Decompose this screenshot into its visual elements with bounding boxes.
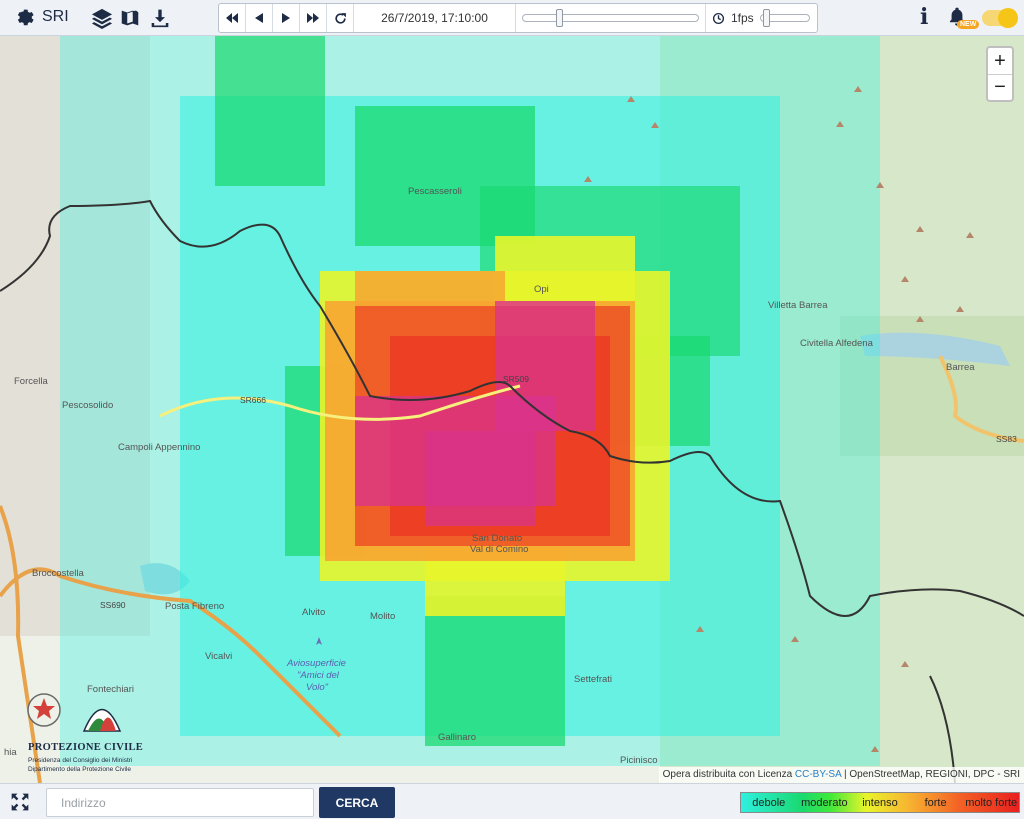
refresh-icon <box>334 12 346 24</box>
new-badge: NEW <box>957 20 980 29</box>
sri-menu-button[interactable]: SRI <box>14 6 69 28</box>
attribution-suffix: | OpenStreetMap, REGIONI, DPC - SRI <box>841 769 1020 780</box>
map-tools-button[interactable] <box>118 6 142 30</box>
map-view[interactable]: Pescasseroli Opi Villetta Barrea Civitella … <box>0 36 1024 783</box>
emblem-icon <box>27 693 122 732</box>
label-amici-del: "Amici del <box>297 670 340 681</box>
radar-cell <box>355 271 505 311</box>
refresh-button[interactable] <box>327 4 354 32</box>
speed-label: 1fps <box>731 11 754 25</box>
label-picinisco: Picinisco <box>620 755 658 766</box>
time-slider[interactable] <box>516 4 706 32</box>
top-toolbar: SRI 26/7/2019, 17:10:00 1fps i NEW <box>0 0 1024 36</box>
fast-backward-button[interactable] <box>219 4 246 32</box>
label-vicalvi: Vicalvi <box>205 651 232 662</box>
fast-forward-button[interactable] <box>300 4 327 32</box>
label-molito: Molito <box>370 611 395 622</box>
zoom-in-button[interactable]: + <box>988 48 1012 74</box>
legend-item: intenso <box>862 796 898 809</box>
label-val-di-comino: Val di Comino <box>470 544 528 555</box>
label-gallinaro: Gallinaro <box>438 732 476 743</box>
label-forcella: Forcella <box>14 376 49 387</box>
legend-item: forte <box>924 796 947 809</box>
layers-icon <box>91 8 113 29</box>
time-slider-handle[interactable] <box>556 9 563 27</box>
fast-forward-icon <box>307 13 319 23</box>
logo-title: PROTEZIONE CIVILE <box>28 742 144 753</box>
map-canvas[interactable]: Pescasseroli Opi Villetta Barrea Civitella … <box>0 36 1024 783</box>
label-pescasseroli: Pescasseroli <box>408 186 462 197</box>
download-icon <box>151 9 169 28</box>
label-barrea: Barrea <box>946 362 975 373</box>
label-alvito: Alvito <box>302 607 325 618</box>
speed-slider-handle[interactable] <box>762 9 770 27</box>
label-villetta-barrea: Villetta Barrea <box>768 300 828 311</box>
fullscreen-button[interactable] <box>10 792 30 817</box>
label-volo: Volo" <box>306 682 329 693</box>
step-backward-button[interactable] <box>246 4 273 32</box>
label-san-donato: San Donato <box>472 533 522 544</box>
label-ss690: SS690 <box>100 600 126 610</box>
label-posta-fibreno: Posta Fibreno <box>165 601 224 612</box>
datetime-display: 26/7/2019, 17:10:00 <box>354 4 516 32</box>
zoom-control: + − <box>986 46 1014 102</box>
radar-cell <box>495 236 635 306</box>
label-pescosolido: Pescosolido <box>62 400 113 411</box>
app-title: SRI <box>42 8 69 25</box>
radar-cell <box>215 36 325 186</box>
label-sr509: SR509 <box>503 374 529 384</box>
label-broccostella: Broccostella <box>32 568 84 579</box>
layers-button[interactable] <box>90 6 114 30</box>
map-attribution: Opera distribuita con Licenza CC-BY-SA |… <box>658 767 1024 783</box>
animation-player: 26/7/2019, 17:10:00 1fps <box>218 3 818 33</box>
gear-icon <box>17 9 34 26</box>
zoom-out-button[interactable]: − <box>988 74 1012 100</box>
map-marker-icon <box>121 10 139 26</box>
toggle-knob <box>998 8 1018 28</box>
info-button[interactable]: i <box>920 4 928 30</box>
play-icon <box>282 13 290 23</box>
license-link[interactable]: CC-BY-SA <box>795 769 841 780</box>
speed-slider[interactable] <box>759 9 810 27</box>
speed-control: 1fps <box>706 4 810 32</box>
label-aviosuperficie: Aviosuperficie <box>286 658 346 669</box>
step-backward-icon <box>255 13 263 23</box>
time-slider-track <box>522 14 699 22</box>
attribution-prefix: Opera distribuita con Licenza <box>662 769 795 780</box>
protezione-civile-logo: PROTEZIONE CIVILE Presidenza del Consigl… <box>4 686 144 773</box>
label-campoli-appennino: Campoli Appennino <box>118 442 200 453</box>
bottom-toolbar: CERCA debole moderato intenso forte molt… <box>0 783 1024 819</box>
label-civitella-alfedena: Civitella Alfedena <box>800 338 874 349</box>
radar-cell <box>425 596 565 746</box>
clock-icon <box>712 12 725 24</box>
legend-item: molto forte <box>965 796 1018 809</box>
expand-icon <box>11 793 29 811</box>
label-ss83: SS83 <box>996 434 1017 444</box>
fast-backward-icon <box>226 13 238 23</box>
address-input[interactable] <box>46 788 314 817</box>
label-sr666: SR666 <box>240 395 266 405</box>
play-button[interactable] <box>273 4 300 32</box>
intensity-legend: debole moderato intenso forte molto fort… <box>740 792 1020 813</box>
legend-item: moderato <box>801 796 848 809</box>
search-button[interactable]: CERCA <box>319 787 395 818</box>
download-button[interactable] <box>148 6 172 30</box>
logo-subtitle: Dipartimento della Protezione Civile <box>28 766 131 773</box>
label-settefrati: Settefrati <box>574 674 612 685</box>
radar-cell <box>425 431 535 526</box>
label-opi: Opi <box>534 284 549 295</box>
legend-item: debole <box>752 796 786 809</box>
logo-subtitle: Presidenza del Consiglio dei Ministri <box>28 757 133 764</box>
theme-toggle[interactable] <box>982 8 1018 28</box>
